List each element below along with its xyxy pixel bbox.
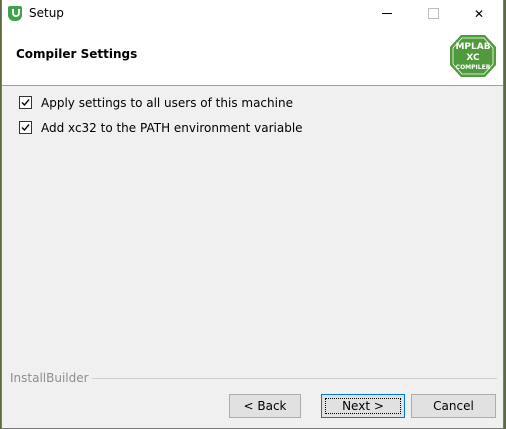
page-title: Compiler Settings <box>16 47 138 61</box>
maximize-button[interactable] <box>410 0 456 27</box>
option-apply-all-users[interactable]: Apply settings to all users of this mach… <box>19 90 303 115</box>
page-header: Compiler Settings MPLAB XC COMPILER <box>2 27 503 86</box>
next-button-label: Next > <box>342 399 384 413</box>
footer-divider <box>92 378 497 379</box>
cancel-button[interactable]: Cancel <box>411 394 496 418</box>
setup-window: Setup ✕ Compiler Settings MPLAB XC COMPI… <box>1 0 504 429</box>
logo-text-compiler: COMPILER <box>456 64 491 71</box>
window-title: Setup <box>29 6 64 20</box>
minimize-button[interactable] <box>364 0 410 27</box>
logo-text-mplab: MPLAB <box>455 42 490 52</box>
minimize-icon <box>382 13 392 14</box>
checkmark-icon <box>21 124 30 132</box>
mplab-xc-compiler-logo: MPLAB XC COMPILER <box>450 35 496 77</box>
add-to-path-checkbox[interactable] <box>19 121 32 134</box>
apply-all-users-label[interactable]: Apply settings to all users of this mach… <box>41 96 293 110</box>
option-add-to-path[interactable]: Add xc32 to the PATH environment variabl… <box>19 115 303 140</box>
close-icon: ✕ <box>473 6 485 21</box>
maximize-icon <box>427 8 439 19</box>
close-button[interactable]: ✕ <box>456 0 502 27</box>
app-icon <box>8 6 22 21</box>
apply-all-users-checkbox[interactable] <box>19 96 32 109</box>
installbuilder-brand: InstallBuilder <box>10 371 89 385</box>
add-to-path-label[interactable]: Add xc32 to the PATH environment variabl… <box>41 121 303 135</box>
checkmark-icon <box>21 99 30 107</box>
options-list: Apply settings to all users of this mach… <box>19 90 303 140</box>
title-bar[interactable]: Setup ✕ <box>2 0 503 27</box>
next-button[interactable]: Next > <box>321 394 405 418</box>
back-button[interactable]: < Back <box>229 394 301 418</box>
logo-text-xc: XC <box>466 53 480 63</box>
